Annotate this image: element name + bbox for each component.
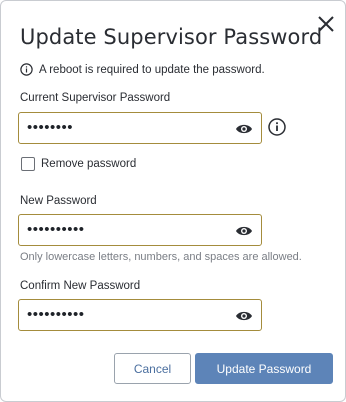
info-icon [20,63,33,76]
new-password-value: •••••••••• [27,221,85,238]
password-hint: Only lowercase letters, numbers, and spa… [20,251,302,263]
new-password-field[interactable]: •••••••••• [18,214,262,246]
new-password-label: New Password [20,195,97,207]
remove-password-label: Remove password [41,158,137,170]
update-password-dialog: Update Supervisor Password A reboot is r… [0,0,346,402]
info-icon[interactable] [267,117,287,137]
remove-password-row[interactable]: Remove password [21,157,136,171]
close-icon[interactable] [315,13,337,35]
remove-password-checkbox[interactable] [21,157,35,171]
reboot-notice: A reboot is required to update the passw… [20,63,265,76]
confirm-password-value: •••••••••• [27,306,85,323]
dialog-title: Update Supervisor Password [20,25,323,49]
eye-icon[interactable] [235,309,253,323]
cancel-button[interactable]: Cancel [114,353,191,384]
reboot-notice-text: A reboot is required to update the passw… [39,63,265,76]
current-password-field[interactable]: •••••••• [18,112,262,144]
current-password-value: •••••••• [27,119,74,136]
confirm-password-field[interactable]: •••••••••• [18,299,262,331]
update-password-button[interactable]: Update Password [195,353,333,384]
current-password-label: Current Supervisor Password [20,92,171,104]
eye-icon[interactable] [235,224,253,238]
eye-icon[interactable] [235,122,253,136]
confirm-password-label: Confirm New Password [20,280,141,292]
